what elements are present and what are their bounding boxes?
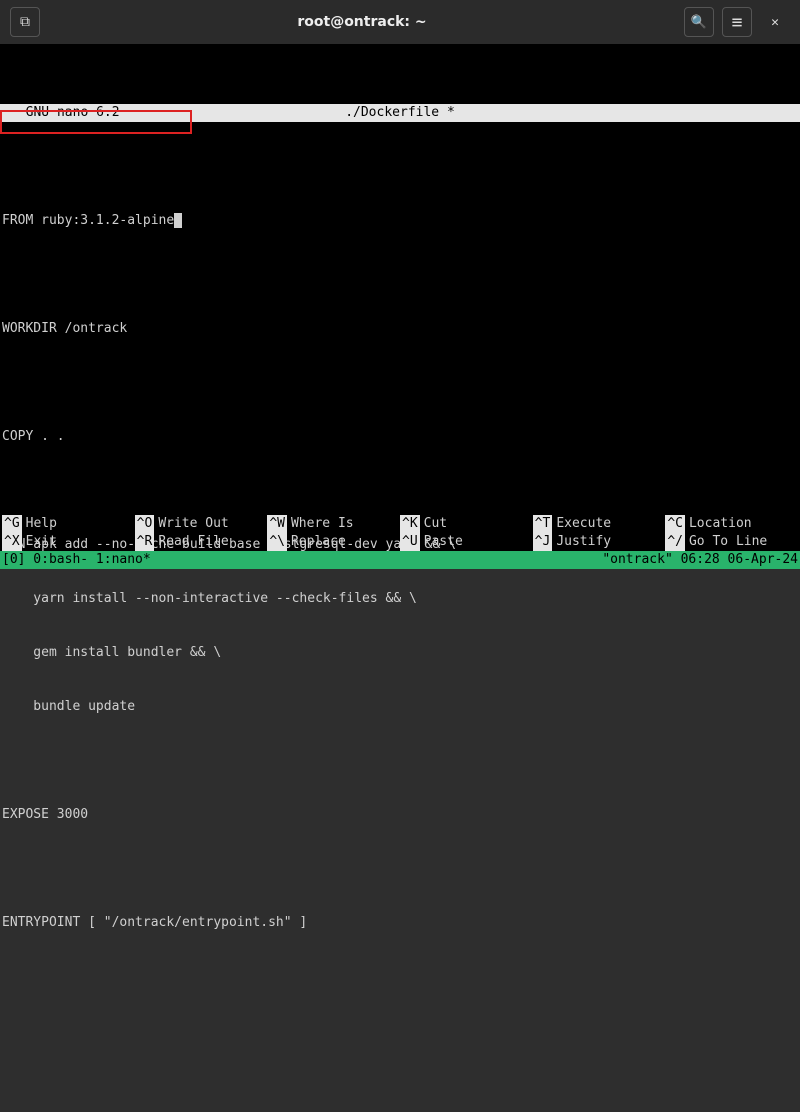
editor-line <box>2 860 798 878</box>
editor-line: yarn install --non-interactive --check-f… <box>2 590 798 608</box>
editor-line: COPY . . <box>2 428 798 446</box>
shortcut-paste: ^UPaste <box>400 533 533 551</box>
nano-shortcut-bar: ^GHelp ^OWrite Out ^WWhere Is ^KCut ^TEx… <box>0 515 800 551</box>
editor-line: gem install bundler && \ <box>2 644 798 662</box>
shortcut-gotoline: ^/Go To Line <box>665 533 798 551</box>
shortcut-writeout: ^OWrite Out <box>135 515 268 533</box>
window-titlebar: root@ontrack: ~ <box>0 0 800 44</box>
new-tab-button[interactable] <box>10 7 40 37</box>
shortcut-execute: ^TExecute <box>533 515 666 533</box>
terminal-area[interactable]: GNU nano 6.2 ./Dockerfile * FROM ruby:3.… <box>0 44 800 569</box>
editor-line <box>2 266 798 284</box>
shortcut-whereis: ^WWhere Is <box>267 515 400 533</box>
editor-line: FROM ruby:3.1.2-alpine <box>2 212 798 230</box>
shortcut-cut: ^KCut <box>400 515 533 533</box>
shortcut-help: ^GHelp <box>2 515 135 533</box>
tmux-status-bar: [0] 0:bash- 1:nano* "ontrack" 06:28 06-A… <box>0 551 800 569</box>
shortcut-exit: ^XExit <box>2 533 135 551</box>
shortcut-justify: ^JJustify <box>533 533 666 551</box>
menu-button[interactable] <box>722 7 752 37</box>
close-window-button[interactable] <box>760 7 790 37</box>
search-button[interactable] <box>684 7 714 37</box>
editor-line: bundle update <box>2 698 798 716</box>
shortcut-location: ^CLocation <box>665 515 798 533</box>
tmux-status-right: "ontrack" 06:28 06-Apr-24 <box>602 551 798 569</box>
editor-line <box>2 482 798 500</box>
nano-header: GNU nano 6.2 ./Dockerfile * <box>0 104 800 122</box>
editor-line: ENTRYPOINT [ "/ontrack/entrypoint.sh" ] <box>2 914 798 932</box>
editor-line <box>2 752 798 770</box>
editor-area[interactable]: FROM ruby:3.1.2-alpine WORKDIR /ontrack … <box>0 176 800 968</box>
text-cursor <box>174 213 182 228</box>
editor-line <box>2 374 798 392</box>
search-icon <box>691 15 707 30</box>
editor-line: EXPOSE 3000 <box>2 806 798 824</box>
hamburger-icon <box>732 12 743 33</box>
close-icon <box>771 15 779 30</box>
shortcut-replace: ^\Replace <box>267 533 400 551</box>
nano-filename: ./Dockerfile * <box>0 104 800 122</box>
plus-icon <box>20 14 30 30</box>
tmux-window-list[interactable]: [0] 0:bash- 1:nano* <box>2 551 602 569</box>
editor-line: WORKDIR /ontrack <box>2 320 798 338</box>
window-title: root@ontrack: ~ <box>48 14 676 30</box>
shortcut-readfile: ^RRead File <box>135 533 268 551</box>
